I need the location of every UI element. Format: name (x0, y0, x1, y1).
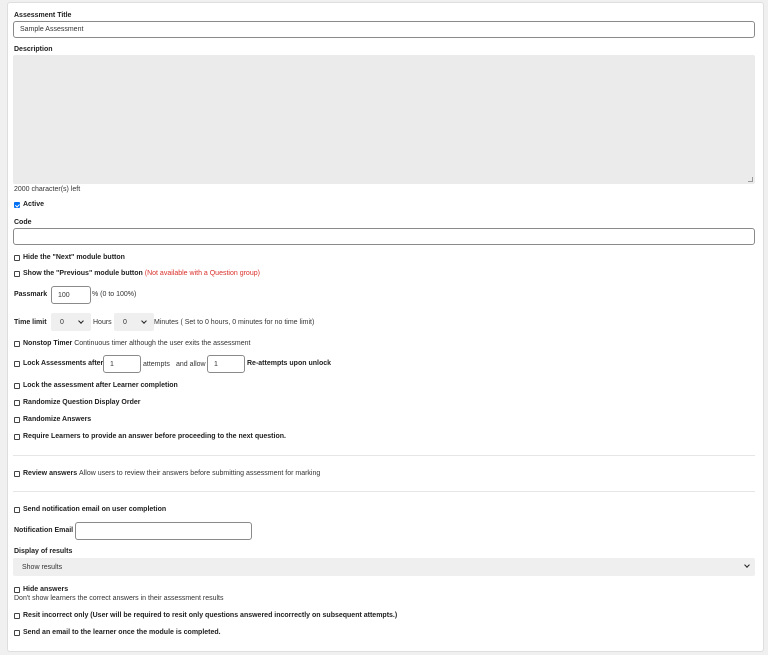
require-answer-checkbox[interactable] (14, 434, 20, 440)
lock-attempts-input[interactable]: 1 (103, 355, 141, 373)
hours-value: 0 (60, 318, 64, 326)
chevron-down-icon (78, 318, 84, 324)
reattempts-input[interactable]: 1 (207, 355, 245, 373)
passmark-input[interactable]: 100 (51, 286, 91, 304)
attempts-text: attempts (143, 361, 170, 368)
hide-answers-checkbox[interactable] (14, 587, 20, 593)
divider (13, 491, 755, 492)
notification-email-input[interactable] (75, 522, 252, 540)
hide-answers-desc: Don't show learners the correct answers … (14, 595, 224, 602)
divider (13, 455, 755, 456)
send-notification-checkbox[interactable] (14, 507, 20, 513)
character-count: 2000 character(s) left (14, 186, 81, 193)
review-answers-label: Review answers Allow users to review the… (23, 470, 321, 477)
require-answer-label: Require Learners to provide an answer be… (23, 433, 286, 440)
assessment-title-label: Assessment Title (14, 12, 72, 19)
resit-incorrect-checkbox[interactable] (14, 613, 20, 619)
lock-learner-completion-label: Lock the assessment after Learner comple… (23, 382, 178, 389)
lock-assessments-label: Lock Assessments after (23, 360, 104, 367)
lock-assessments-checkbox[interactable] (14, 361, 20, 367)
code-input[interactable] (13, 228, 755, 245)
display-results-value: Show results (22, 563, 63, 571)
randomize-answers-label: Randomize Answers (23, 416, 92, 423)
assessment-settings-panel: Assessment Title Sample Assessment Descr… (7, 2, 764, 652)
review-answers-desc: Allow users to review their answers befo… (79, 470, 321, 477)
hide-next-checkbox[interactable] (14, 255, 20, 261)
display-results-label: Display of results (14, 548, 73, 555)
chevron-down-icon (744, 562, 750, 568)
display-results-select[interactable]: Show results (13, 558, 755, 576)
hide-answers-label: Hide answers (23, 586, 69, 593)
resit-incorrect-label: Resit incorrect only (User will be requi… (23, 612, 398, 619)
description-label: Description (14, 46, 53, 53)
randomize-questions-label: Randomize Question Display Order (23, 399, 141, 406)
lock-learner-completion-checkbox[interactable] (14, 383, 20, 389)
review-answers-checkbox[interactable] (14, 471, 20, 477)
minutes-value: 0 (123, 318, 127, 326)
code-label: Code (14, 219, 32, 226)
show-previous-checkbox[interactable] (14, 271, 20, 277)
nonstop-timer-checkbox[interactable] (14, 341, 20, 347)
nonstop-timer-desc: Continuous timer although the user exits… (74, 340, 251, 347)
assessment-title-input[interactable]: Sample Assessment (13, 21, 755, 38)
randomize-questions-checkbox[interactable] (14, 400, 20, 406)
send-learner-email-label: Send an email to the learner once the mo… (23, 629, 221, 636)
resize-handle-icon[interactable] (748, 177, 753, 182)
notification-email-label: Notification Email (14, 527, 74, 534)
hide-next-label: Hide the "Next" module button (23, 254, 125, 261)
chevron-down-icon (141, 318, 147, 324)
show-previous-note: (Not available with a Question group) (144, 270, 260, 277)
randomize-answers-checkbox[interactable] (14, 417, 20, 423)
passmark-hint: % (0 to 100%) (92, 291, 137, 298)
active-checkbox[interactable] (14, 202, 20, 208)
active-label: Active (23, 201, 45, 208)
minutes-hint: Minutes ( Set to 0 hours, 0 minutes for … (154, 319, 315, 326)
minutes-select[interactable]: 0 (114, 313, 154, 331)
show-previous-label: Show the "Previous" module button (Not a… (23, 270, 260, 277)
send-notification-label: Send notification email on user completi… (23, 506, 167, 513)
description-textarea[interactable] (13, 55, 755, 184)
time-limit-label: Time limit (14, 319, 47, 326)
hours-label: Hours (93, 319, 112, 326)
passmark-label: Passmark (14, 291, 48, 298)
reattempts-label: Re-attempts upon unlock (247, 360, 332, 367)
send-learner-email-checkbox[interactable] (14, 630, 20, 636)
and-allow-text: and allow (176, 361, 206, 368)
nonstop-timer-label: Nonstop Timer Continuous timer although … (23, 340, 251, 347)
hours-select[interactable]: 0 (51, 313, 91, 331)
